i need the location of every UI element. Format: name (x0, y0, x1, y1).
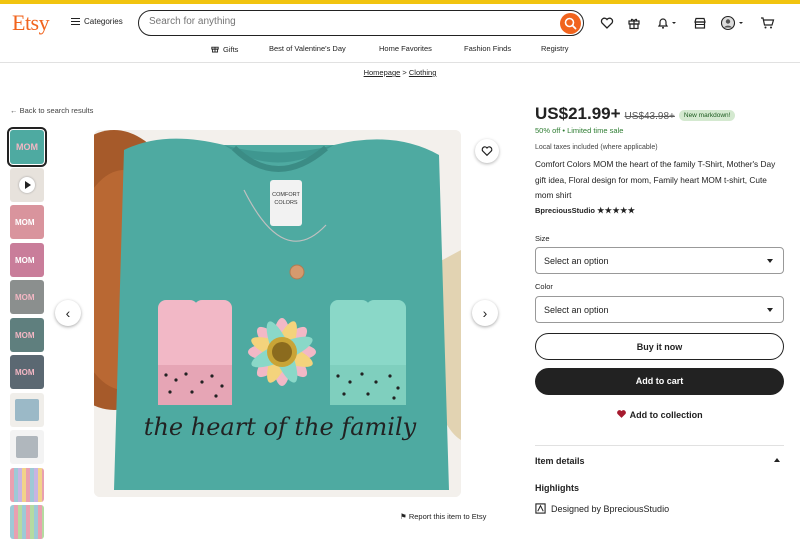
gift-icon (211, 46, 219, 53)
chevron-up-icon (774, 458, 780, 462)
size-select-value: Select an option (544, 256, 609, 266)
nav-valentines[interactable]: Best of Valentine's Day (269, 44, 346, 53)
thumbnail-9[interactable] (10, 430, 44, 464)
tag-text-1: COMFORT (272, 192, 300, 198)
breadcrumb-homepage[interactable]: Homepage (364, 68, 401, 77)
shirt-script-text: the heart of the family (144, 413, 417, 441)
color-select-value: Select an option (544, 305, 609, 315)
back-to-search-link[interactable]: ← Back to search results (10, 106, 93, 115)
thumbnail-video[interactable] (10, 167, 44, 202)
item-details-heading: Item details (535, 456, 585, 466)
thumbnail-10[interactable] (10, 467, 44, 502)
search-icon (564, 17, 577, 29)
nav-gifts-label: Gifts (223, 45, 239, 54)
add-to-cart-button[interactable]: Add to cart (535, 368, 784, 395)
shop-name-link[interactable]: BpreciousStudio (535, 206, 595, 215)
etsy-logo[interactable]: Etsy (12, 10, 50, 36)
account-avatar-icon[interactable] (720, 14, 746, 32)
nav-gifts[interactable]: Gifts (210, 44, 238, 54)
heart-icon (481, 146, 493, 157)
designed-by-row: Designed by BpreciousStudio (535, 503, 669, 514)
thumbnail-6[interactable]: MOM (10, 317, 44, 352)
header-divider (0, 62, 800, 63)
cart-icon[interactable] (760, 14, 775, 32)
category-nav: Gifts Best of Valentine's Day Home Favor… (0, 42, 800, 60)
thumbnail-11[interactable] (10, 505, 44, 539)
heart-filled-icon (617, 410, 627, 418)
notifications-icon[interactable] (656, 14, 678, 32)
color-select[interactable]: Select an option (535, 296, 784, 323)
thumbnail-4[interactable]: MOM (10, 242, 44, 277)
favorites-icon[interactable] (600, 14, 614, 32)
thumbnail-5[interactable]: MOM (10, 280, 44, 314)
search-button[interactable] (560, 12, 581, 34)
gift-icon[interactable] (627, 14, 641, 32)
search-input[interactable] (149, 16, 549, 27)
breadcrumb-separator: > (402, 68, 407, 77)
add-to-collection-label: Add to collection (629, 410, 703, 420)
designed-by-text: Designed by BpreciousStudio (551, 503, 670, 514)
categories-button[interactable]: Categories (71, 17, 123, 26)
caret-down-icon (767, 308, 773, 312)
favorite-button[interactable] (475, 139, 499, 163)
breadcrumb: Homepage > Clothing (0, 68, 800, 77)
thumbnail-8[interactable] (10, 392, 44, 427)
section-divider (535, 445, 784, 446)
report-item-link[interactable]: ⚑ Report this item to Etsy (400, 512, 486, 521)
report-label: Report this item to Etsy (408, 512, 487, 521)
nav-home-favorites[interactable]: Home Favorites (379, 44, 432, 53)
design-tool-icon (535, 503, 546, 514)
breadcrumb-clothing[interactable]: Clothing (409, 68, 437, 77)
categories-label: Categories (84, 17, 123, 26)
site-header: Etsy Categories (0, 4, 800, 40)
next-image-button[interactable]: › (472, 300, 498, 326)
size-label: Size (535, 234, 550, 243)
tshirt-photo: COMFORT COLORS the heart of the family (94, 130, 461, 497)
current-price: US$21.99+ (535, 104, 621, 123)
search-bar[interactable] (138, 10, 584, 36)
sale-text: 50% off • Limited time sale (535, 126, 624, 135)
back-label: Back to search results (19, 106, 94, 115)
highlights-heading: Highlights (535, 483, 579, 493)
color-label: Color (535, 282, 553, 291)
menu-icon (71, 18, 80, 25)
thumbnail-7[interactable]: MOM (10, 355, 44, 389)
chevron-left-icon: ‹ (65, 305, 71, 321)
buy-now-button[interactable]: Buy it now (535, 333, 784, 360)
product-info: US$21.99+ US$43.98+ New markdown! 50% off … (535, 104, 784, 215)
flag-icon: ⚑ (400, 512, 407, 521)
previous-image-button[interactable]: ‹ (55, 300, 81, 326)
thumbnail-1[interactable]: MOM (7, 127, 47, 167)
star-rating-icon: ★★★★★ (597, 205, 636, 215)
caret-down-icon (767, 259, 773, 263)
arrow-left-icon: ← (10, 106, 18, 115)
tag-text-2: COLORS (274, 200, 298, 206)
thumbnail-strip: MOM MOM MOM MOM MOM MOM (7, 127, 47, 543)
add-to-collection-button[interactable]: Add to collection (535, 409, 784, 420)
main-product-image[interactable]: COMFORT COLORS the heart of the family (94, 130, 461, 497)
product-title: Comfort Colors MOM the heart of the fami… (535, 159, 776, 200)
item-details-toggle[interactable]: Item details (535, 456, 784, 466)
play-icon (19, 176, 35, 193)
shop-rating: BpreciousStudio ★★★★★ (535, 206, 784, 215)
nav-registry[interactable]: Registry (541, 44, 569, 53)
thumbnail-3[interactable]: MOM (10, 205, 44, 239)
nav-fashion-finds[interactable]: Fashion Finds (464, 44, 511, 53)
shop-manager-icon[interactable] (693, 14, 707, 32)
original-price: US$43.98+ (624, 111, 675, 122)
tax-note: Local taxes included (where applicable) (535, 144, 658, 151)
size-select[interactable]: Select an option (535, 247, 784, 274)
chevron-right-icon: › (482, 305, 488, 321)
markdown-badge: New markdown! (678, 110, 736, 121)
